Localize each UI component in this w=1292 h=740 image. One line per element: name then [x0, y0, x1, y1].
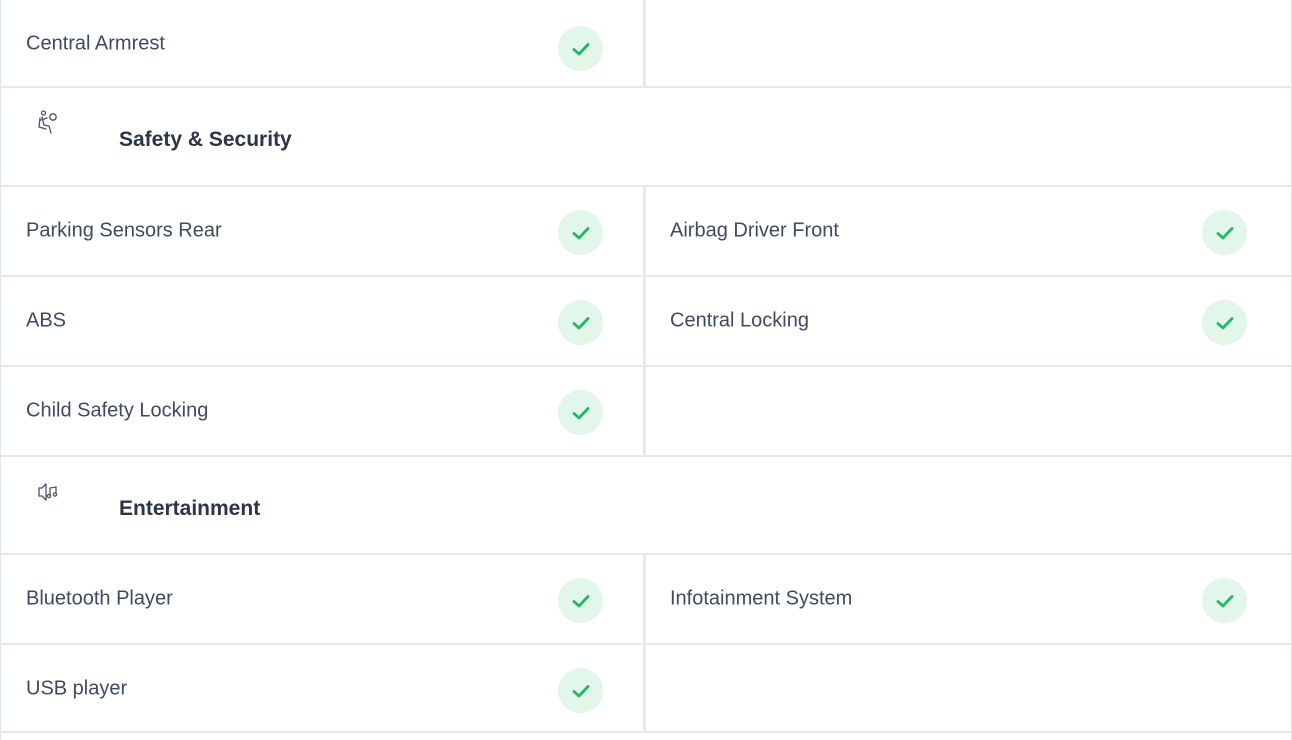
speaker-music-icon	[31, 477, 65, 507]
feature-cell: Central Armrest	[1, 0, 646, 86]
feature-row: Child Safety Locking	[1, 367, 1291, 457]
check-icon	[1202, 210, 1247, 255]
feature-cell: Infotainment System	[646, 555, 1291, 643]
feature-cell: Child Safety Locking	[1, 367, 646, 455]
check-icon	[558, 390, 603, 435]
feature-row: Central Armrest	[1, 0, 1291, 88]
check-icon	[558, 300, 603, 345]
features-table: Central Armrest Safety & Security Parkin…	[0, 0, 1292, 740]
feature-label: Parking Sensors Rear	[26, 219, 222, 242]
feature-label: Bluetooth Player	[26, 587, 173, 610]
feature-label: Central Armrest	[26, 32, 165, 55]
feature-cell-empty	[646, 0, 1291, 86]
section-header-safety: Safety & Security	[1, 88, 1291, 187]
feature-cell: Bluetooth Player	[1, 555, 646, 643]
feature-label: ABS	[26, 309, 67, 332]
feature-cell-empty	[646, 367, 1291, 455]
check-icon	[558, 578, 603, 623]
feature-row: Bluetooth Player Infotainment System	[1, 555, 1291, 645]
feature-row: ABS Central Locking	[1, 277, 1291, 367]
feature-cell: USB player	[1, 645, 646, 731]
check-icon	[558, 668, 603, 713]
check-icon	[1202, 300, 1247, 345]
check-icon	[558, 26, 603, 71]
feature-label: Central Locking	[670, 309, 809, 332]
section-title: Safety & Security	[119, 128, 292, 151]
seatbelt-icon	[31, 108, 65, 138]
feature-cell-empty	[646, 645, 1291, 731]
feature-label: Child Safety Locking	[26, 399, 209, 422]
check-icon	[1202, 578, 1247, 623]
feature-cell: Central Locking	[646, 277, 1291, 365]
feature-cell: Parking Sensors Rear	[1, 187, 646, 275]
feature-label: Airbag Driver Front	[670, 219, 839, 242]
feature-cell: ABS	[1, 277, 646, 365]
feature-row: USB player	[1, 645, 1291, 733]
check-icon	[558, 210, 603, 255]
feature-label: Infotainment System	[670, 587, 853, 610]
feature-label: USB player	[26, 677, 128, 700]
feature-row: Parking Sensors Rear Airbag Driver Front	[1, 187, 1291, 277]
feature-cell: Airbag Driver Front	[646, 187, 1291, 275]
section-title: Entertainment	[119, 497, 261, 520]
section-header-entertainment: Entertainment	[1, 457, 1291, 555]
